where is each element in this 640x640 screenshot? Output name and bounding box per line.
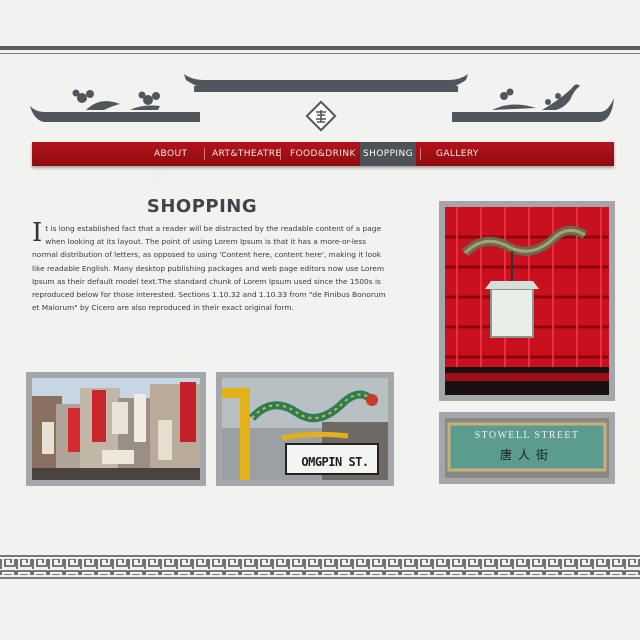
roof-right-ornament — [452, 84, 614, 122]
top-rule — [0, 46, 640, 50]
flower-branch-left-icon — [72, 89, 160, 110]
page-title: SHOPPING — [146, 196, 258, 217]
emblem-icon — [305, 100, 337, 132]
dragon-street-sign-text: OMGPIN ST. — [301, 455, 369, 469]
article-text: t is long established fact that a reader… — [32, 224, 386, 313]
top-rule-thin — [0, 53, 640, 54]
nav-gallery[interactable]: GALLERY — [436, 142, 480, 166]
red-roof-image — [445, 207, 609, 395]
drop-cap: I — [32, 218, 43, 248]
nav-separator — [280, 148, 281, 160]
street-sign-text: STOWELL STREET — [474, 430, 580, 441]
nav-art-theatre[interactable]: ART&THEATRE — [212, 142, 281, 166]
nav-separator — [204, 148, 205, 160]
flower-branch-right-icon — [492, 84, 580, 110]
photo-stowell-street-sign[interactable]: STOWELL STREET 唐人街 — [439, 412, 615, 484]
nav-separator — [420, 148, 421, 160]
article-body: I t is long established fact that a read… — [32, 218, 392, 314]
shop-signs-image — [32, 378, 200, 480]
photo-red-roof-dragon[interactable] — [439, 201, 615, 401]
photo-dragon-sign[interactable]: OMGPIN ST. — [216, 372, 394, 486]
street-sign-chinese-text: 唐人街 — [499, 448, 554, 462]
main-nav: ABOUT US ART&THEATRE FOOD&DRINK SHOPPING… — [32, 142, 614, 183]
nav-shopping[interactable]: SHOPPING — [360, 142, 416, 166]
roof-center-ornament — [184, 74, 468, 92]
greek-key-border — [0, 555, 640, 579]
roof-left-ornament — [30, 89, 200, 122]
photo-shop-signs[interactable] — [26, 372, 206, 486]
nav-about-us[interactable]: ABOUT US — [154, 142, 200, 183]
nav-food-drink[interactable]: FOOD&DRINK — [290, 142, 355, 166]
